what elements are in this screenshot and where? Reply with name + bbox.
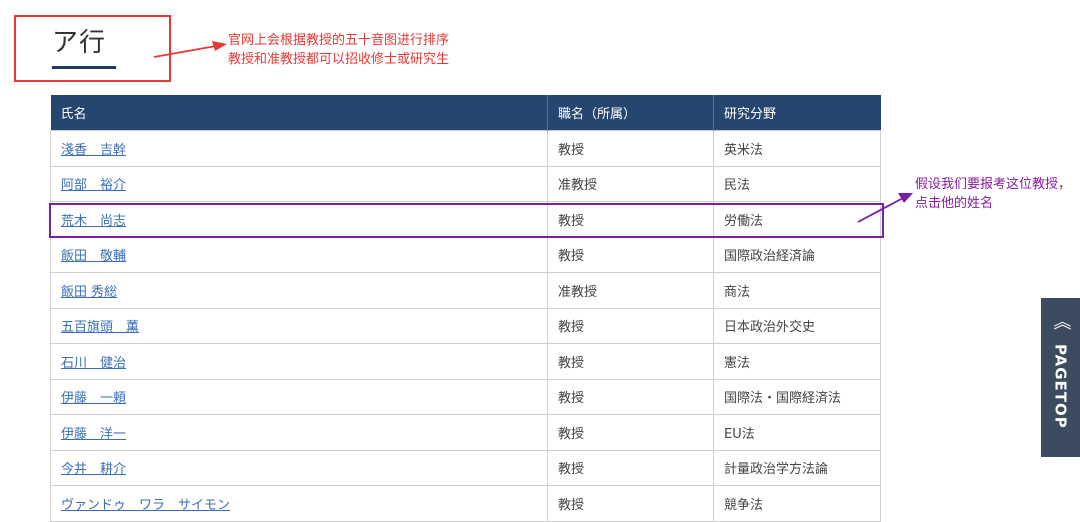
pagetop-button[interactable]: ︽ PAGETOP (1041, 298, 1080, 457)
annotation-arrows (153, 41, 913, 223)
pagetop-label: PAGETOP (1051, 344, 1070, 429)
double-chevron-up-icon: ︽ (1053, 312, 1072, 333)
annotation-purple-arrow (857, 193, 913, 223)
annotation-red-arrow (153, 41, 227, 58)
